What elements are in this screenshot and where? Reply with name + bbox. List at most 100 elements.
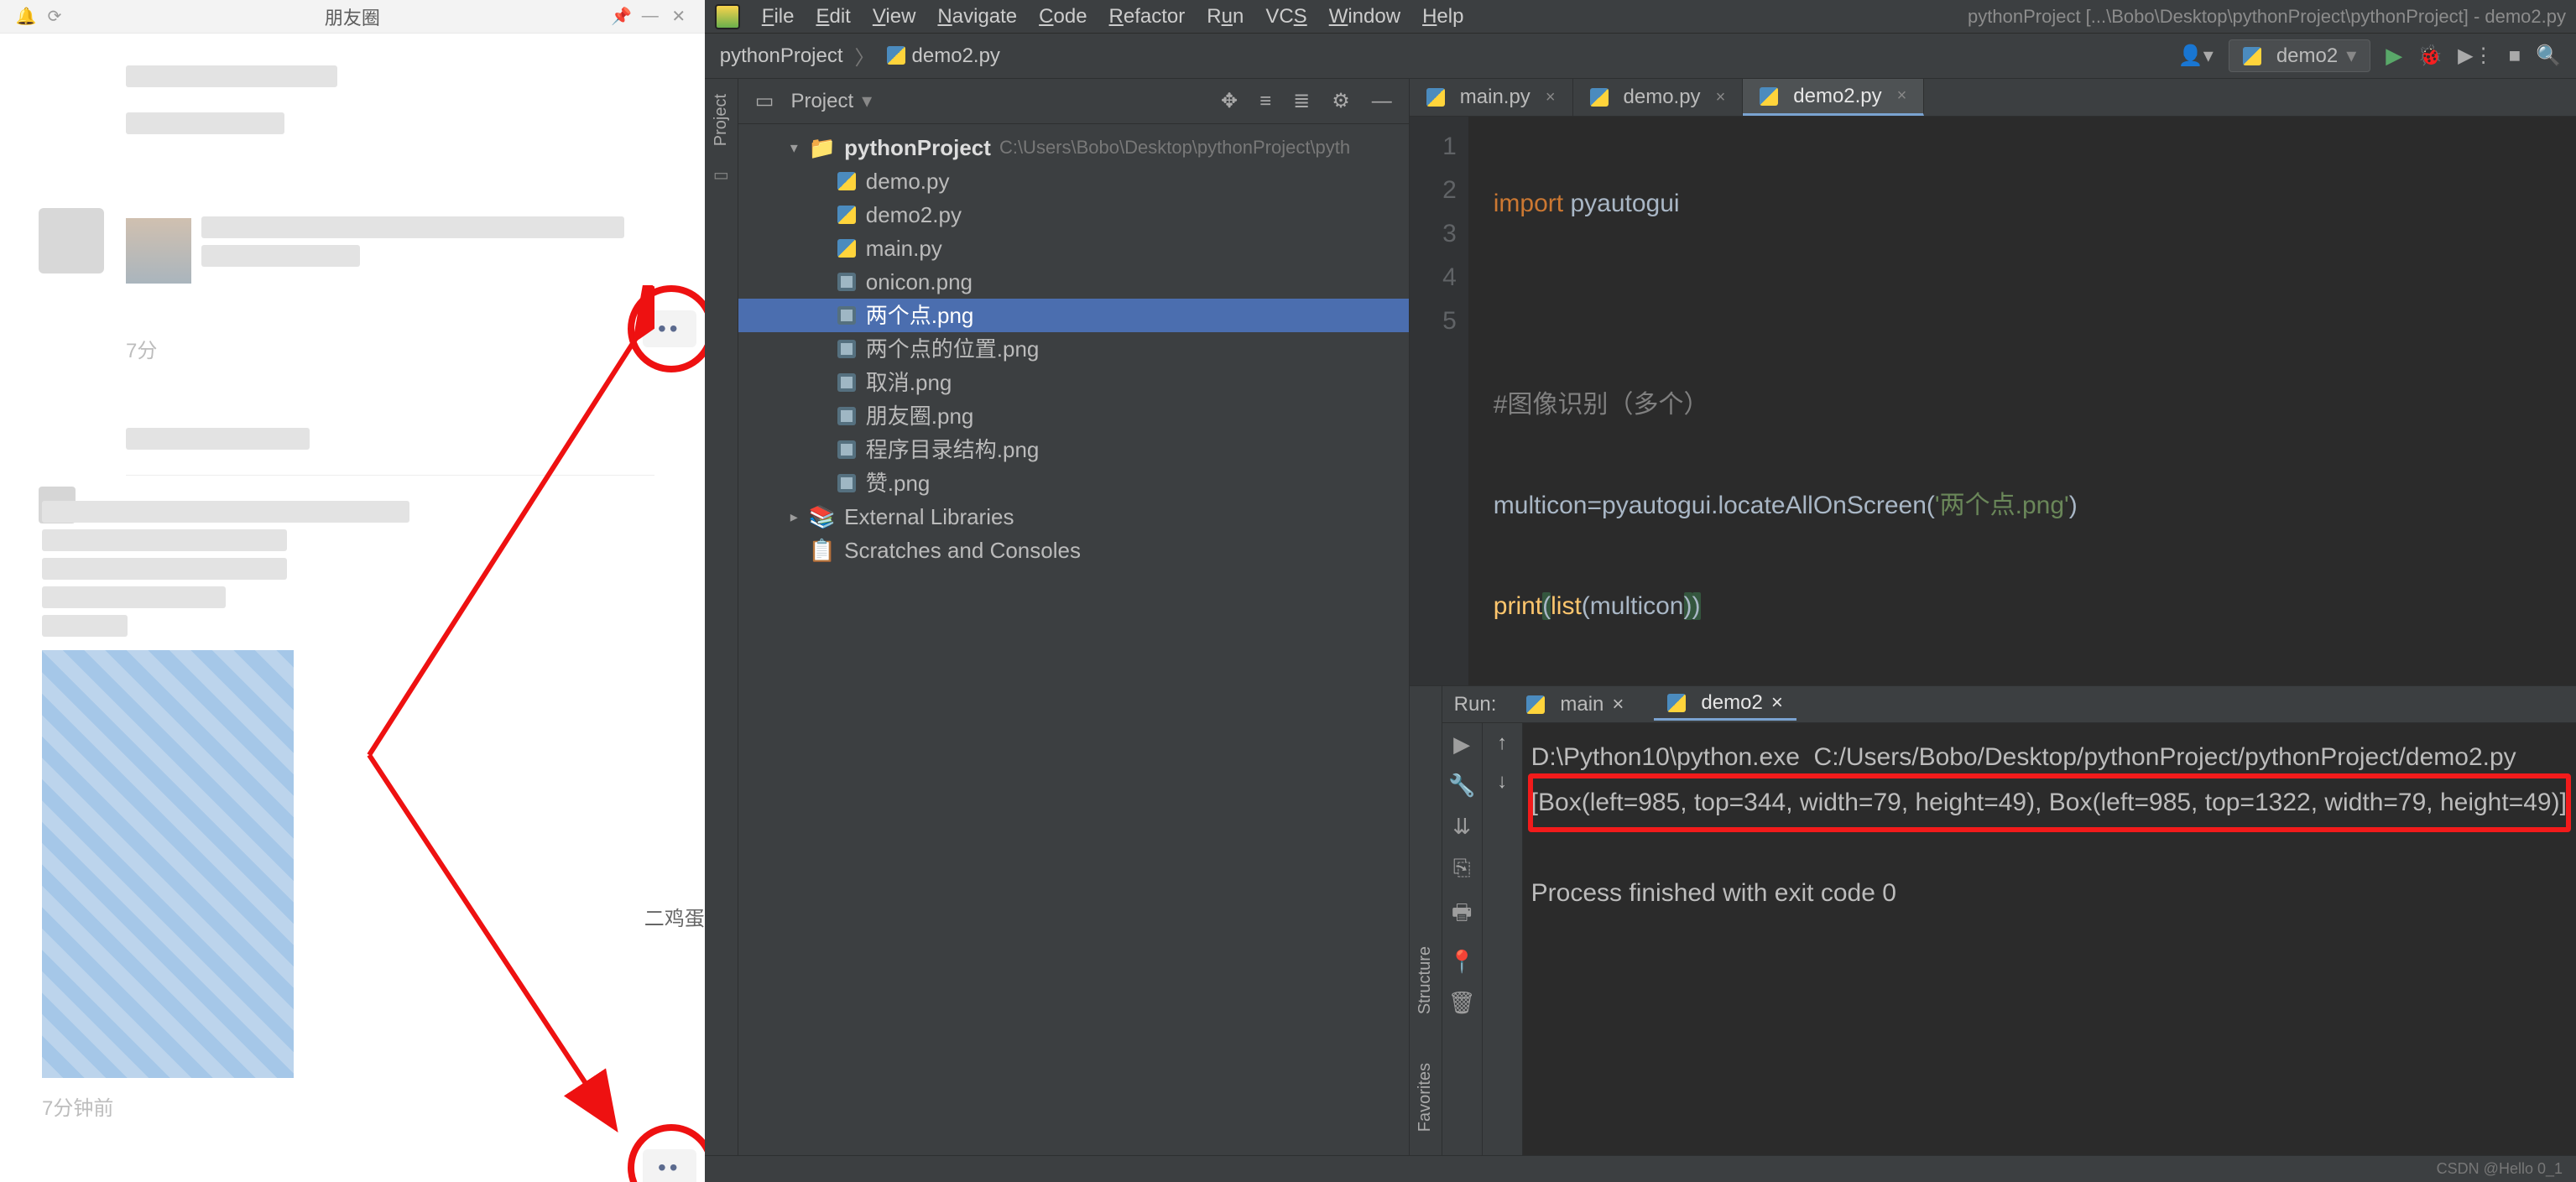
- editor-tabs: main.py×demo.py×demo2.py×: [1410, 79, 2576, 117]
- pin-icon[interactable]: 📌: [607, 6, 636, 27]
- tree-file-label: onicon.png: [866, 265, 973, 299]
- blurred-text: [42, 586, 226, 608]
- pin-icon[interactable]: 📍: [1448, 949, 1475, 975]
- editor-tab[interactable]: demo2.py×: [1743, 79, 1924, 116]
- tree-file[interactable]: onicon.png: [738, 265, 1409, 299]
- pycharm-window: File Edit View Navigate Code Refactor Ru…: [705, 0, 2576, 1182]
- close-icon[interactable]: ×: [1716, 88, 1726, 107]
- run-console[interactable]: D:\Python10\python.exe C:/Users/Bobo/Des…: [1523, 723, 2576, 1155]
- tree-file[interactable]: 取消.png: [738, 366, 1409, 399]
- tree-file[interactable]: 两个点的位置.png: [738, 332, 1409, 366]
- tree-file[interactable]: demo.py: [738, 164, 1409, 198]
- scratches-icon: 📋: [809, 534, 836, 567]
- python-icon: [1590, 88, 1609, 107]
- post-image[interactable]: [42, 650, 294, 1078]
- gutter-line-number: 2: [1410, 169, 1457, 212]
- menu-edit[interactable]: Edit: [816, 5, 850, 29]
- refresh-icon[interactable]: ⟳: [40, 6, 69, 27]
- tree-file[interactable]: 朋友圈.png: [738, 399, 1409, 433]
- tree-scratches[interactable]: 📋 Scratches and Consoles: [738, 534, 1409, 567]
- editor-tab[interactable]: demo.py×: [1573, 79, 1744, 116]
- breadcrumb-project[interactable]: pythonProject: [720, 44, 843, 68]
- search-everywhere-icon[interactable]: 🔍: [2536, 44, 2561, 68]
- menu-vcs[interactable]: VCS: [1265, 5, 1306, 29]
- python-icon: [1760, 87, 1778, 106]
- two-dots-button[interactable]: ••: [643, 1149, 696, 1182]
- tree-file[interactable]: main.py: [738, 232, 1409, 265]
- locate-icon[interactable]: ✥: [1216, 89, 1243, 113]
- project-view-dropdown[interactable]: Project ▾: [790, 89, 872, 113]
- export-icon[interactable]: ⎘: [1453, 855, 1471, 882]
- tree-file-label: 两个点的位置.png: [866, 332, 1040, 366]
- wrench-icon[interactable]: 🔧: [1448, 773, 1475, 799]
- tree-root[interactable]: ▾ 📁 pythonProject C:\Users\Bobo\Desktop\…: [738, 131, 1409, 164]
- close-icon[interactable]: ×: [1897, 86, 1907, 106]
- blurred-text: [42, 501, 409, 523]
- library-icon: 📚: [809, 500, 836, 534]
- console-output: [Box(left=985, top=344, width=79, height…: [1531, 780, 2568, 825]
- tool-project-tab[interactable]: Project: [712, 94, 731, 146]
- bell-icon[interactable]: 🔔: [12, 6, 40, 27]
- print-icon[interactable]: 🖶: [1452, 897, 1473, 934]
- divider: [126, 475, 654, 476]
- stop-button[interactable]: ■: [2509, 44, 2521, 68]
- trash-icon[interactable]: 🗑: [1448, 990, 1476, 1016]
- python-icon: [1667, 694, 1686, 712]
- close-icon[interactable]: ×: [1612, 693, 1624, 716]
- close-icon[interactable]: ×: [1771, 691, 1783, 715]
- tree-file-label: 程序目录结构.png: [866, 433, 1040, 466]
- project-view-icon: ▭: [750, 89, 780, 113]
- avatar[interactable]: [39, 208, 104, 273]
- editor-tab[interactable]: main.py×: [1410, 79, 1573, 116]
- chevron-down-icon: ▾: [862, 89, 872, 113]
- menu-view[interactable]: View: [873, 5, 916, 29]
- menu-run[interactable]: Run: [1207, 5, 1244, 29]
- pycharm-titlebar: File Edit View Navigate Code Refactor Ru…: [705, 0, 2576, 34]
- close-icon[interactable]: ×: [1546, 88, 1556, 107]
- run-button[interactable]: ▶: [2386, 43, 2402, 69]
- image-icon: [837, 474, 856, 492]
- down-arrow-icon[interactable]: ↓: [1497, 770, 1507, 794]
- tree-file[interactable]: 两个点.png: [738, 299, 1409, 332]
- menu-file[interactable]: File: [762, 5, 795, 29]
- tree-file[interactable]: 程序目录结构.png: [738, 433, 1409, 466]
- image-icon: [837, 340, 856, 358]
- close-icon[interactable]: ✕: [665, 6, 693, 27]
- run-tab-main[interactable]: main×: [1513, 690, 1637, 720]
- menu-help[interactable]: Help: [1422, 5, 1463, 29]
- chevron-down-icon: ▾: [2346, 44, 2356, 68]
- gear-icon[interactable]: ⚙: [1327, 89, 1355, 113]
- tree-file[interactable]: demo2.py: [738, 198, 1409, 232]
- code-editor[interactable]: 12345 import pyautogui #图像识别（多个） multico…: [1410, 117, 2576, 685]
- tree-file[interactable]: 赞.png: [738, 466, 1409, 500]
- run-header: Run: main× demo2×: [1442, 686, 2576, 723]
- run-config-dropdown[interactable]: demo2 ▾: [2229, 39, 2370, 72]
- hide-icon[interactable]: —: [1367, 90, 1397, 113]
- blurred-text: [42, 558, 287, 580]
- menu-refactor[interactable]: Refactor: [1109, 5, 1186, 29]
- up-arrow-icon[interactable]: ↑: [1497, 732, 1507, 755]
- menu-code[interactable]: Code: [1039, 5, 1087, 29]
- tree-external-libraries[interactable]: ▸ 📚 External Libraries: [738, 500, 1409, 534]
- folder-icon: ▭: [713, 164, 729, 185]
- run-tab-demo2[interactable]: demo2×: [1654, 688, 1796, 721]
- gutter-line-number: 5: [1410, 299, 1457, 343]
- tool-structure-tab[interactable]: Structure: [1416, 946, 1435, 1014]
- menu-window[interactable]: Window: [1329, 5, 1400, 29]
- run-with-coverage-button[interactable]: ▶⋮: [2458, 44, 2493, 68]
- collapse-all-icon[interactable]: ≣: [1288, 89, 1315, 113]
- minimize-icon[interactable]: —: [636, 7, 665, 26]
- console-exit: Process finished with exit code 0: [1531, 871, 2568, 916]
- two-dots-button[interactable]: ••: [643, 310, 696, 347]
- tree-file-label: demo2.py: [866, 198, 962, 232]
- user-icon[interactable]: 👤▾: [2178, 44, 2214, 68]
- tool-favorites-tab[interactable]: Favorites: [1416, 1063, 1435, 1132]
- down-stack-icon[interactable]: ⇊: [1452, 814, 1471, 840]
- menu-navigate[interactable]: Navigate: [937, 5, 1017, 29]
- debug-button[interactable]: 🐞: [2417, 44, 2443, 68]
- rerun-button[interactable]: ▶: [1453, 732, 1470, 758]
- post-thumbnail[interactable]: [126, 218, 191, 284]
- breadcrumb-file[interactable]: demo2.py: [887, 44, 1000, 68]
- python-icon: [1526, 695, 1545, 714]
- expand-all-icon[interactable]: ≡: [1254, 90, 1276, 113]
